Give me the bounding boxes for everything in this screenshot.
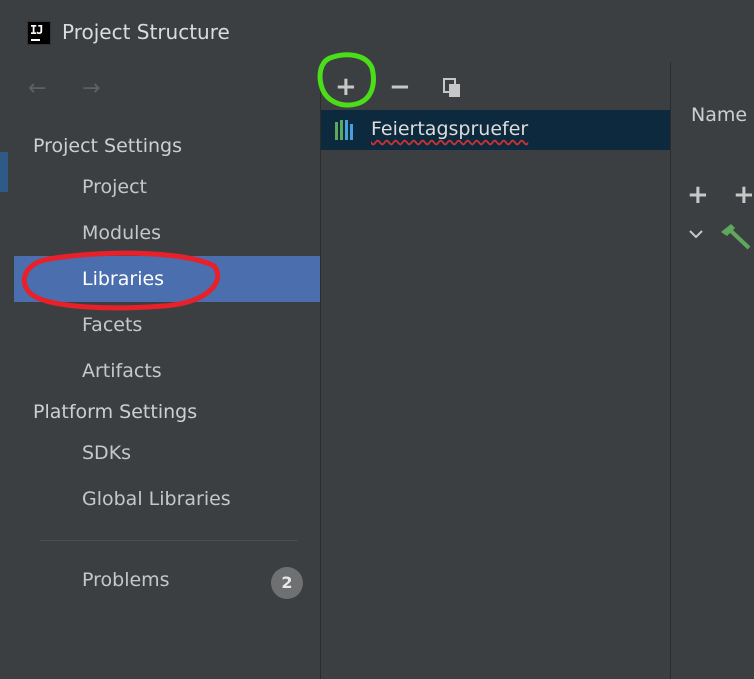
sidebar-item-problems[interactable]: Problems: [82, 569, 170, 591]
sidebar-divider: [40, 540, 298, 541]
sidebar-item-libraries[interactable]: Libraries: [14, 256, 320, 302]
add-alt-button[interactable]: +: [733, 180, 754, 210]
name-label: Name: [691, 104, 748, 126]
library-name: Feiertagspruefer: [371, 118, 529, 140]
sidebar-item-artifacts[interactable]: Artifacts: [14, 348, 320, 394]
sidebar-item-global-libraries[interactable]: Global Libraries: [14, 476, 320, 522]
sidebar-accent: [0, 152, 8, 192]
sidebar-item-modules[interactable]: Modules: [14, 210, 320, 256]
sidebar-item-sdks[interactable]: SDKs: [14, 430, 320, 476]
project-settings-heading: Project Settings: [33, 135, 182, 157]
library-list-item[interactable]: Feiertagspruefer: [321, 110, 670, 150]
remove-library-button[interactable]: −: [389, 72, 411, 102]
copy-icon[interactable]: [443, 78, 461, 98]
settings-sidebar: ← → Project Settings Project Modules Lib…: [0, 62, 321, 679]
intellij-icon: IJ: [27, 21, 51, 45]
library-icon: [335, 120, 353, 140]
problems-count-badge: 2: [271, 567, 303, 599]
window-title: Project Structure: [62, 20, 230, 44]
forward-arrow-icon[interactable]: →: [82, 76, 100, 101]
title-bar: IJ Project Structure: [0, 0, 754, 63]
back-arrow-icon[interactable]: ←: [28, 76, 46, 101]
add-root-button[interactable]: +: [687, 180, 709, 210]
chevron-down-icon[interactable]: [689, 228, 703, 240]
libraries-panel: + − Feiertagspruefer: [321, 62, 671, 679]
library-details-panel: Name + +: [671, 62, 754, 679]
hammer-icon: [721, 224, 751, 250]
sidebar-item-facets[interactable]: Facets: [14, 302, 320, 348]
platform-settings-heading: Platform Settings: [33, 401, 198, 423]
sidebar-item-project[interactable]: Project: [14, 164, 320, 210]
add-library-button[interactable]: +: [335, 72, 357, 102]
